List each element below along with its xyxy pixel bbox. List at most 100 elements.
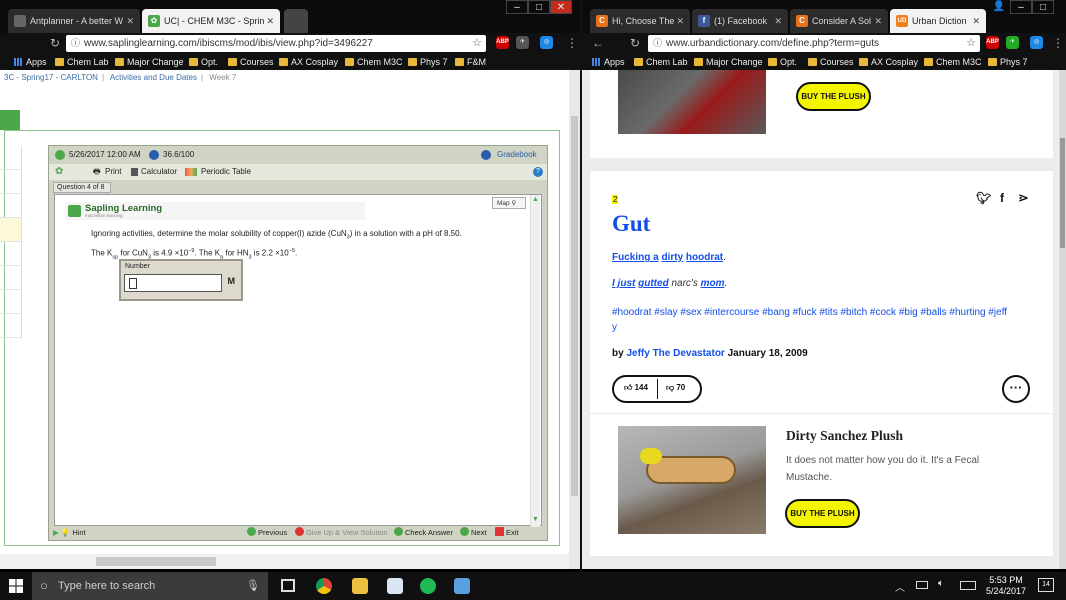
example-link[interactable]: I just [612, 278, 635, 289]
previous-button[interactable]: Previous [247, 526, 287, 540]
list-item[interactable] [0, 242, 22, 266]
scroll-thumb[interactable] [1060, 138, 1065, 248]
close-tab-icon[interactable]: ✕ [774, 9, 782, 33]
app-icon[interactable] [454, 578, 470, 594]
minimize-icon[interactable]: – [1010, 0, 1032, 14]
list-item[interactable] [0, 218, 22, 242]
tab-consider-a-sol[interactable]: C Consider A Sol ✕ [790, 9, 888, 33]
bookmark-opt[interactable]: Opt. [189, 54, 218, 70]
share-icon[interactable]: ⋗ [1018, 190, 1029, 206]
tray-chevron-icon[interactable]: ︿ [895, 579, 905, 594]
upvote-button[interactable]: 👍︎ 144 [624, 383, 648, 393]
bookmark-fm[interactable]: F&M [455, 54, 486, 70]
system-clock[interactable]: 5:53 PM 5/24/2017 [986, 575, 1026, 597]
breadcrumb-activities[interactable]: Activities and Due Dates [110, 73, 197, 82]
adblock-icon[interactable]: ABP [496, 36, 509, 49]
close-tab-icon[interactable]: ✕ [266, 9, 274, 33]
more-options-button[interactable]: ··· [1002, 375, 1030, 403]
calculator-icon[interactable] [131, 168, 138, 176]
downvote-button[interactable]: 👎︎ 70 [666, 383, 685, 393]
hint-toggle[interactable]: ▶ 💡 Hint [53, 526, 86, 540]
keyboard-icon[interactable] [960, 581, 976, 590]
question-scrollbar[interactable]: ▲ ▼ [530, 195, 540, 527]
bookmark-phys-7[interactable]: Phys 7 [408, 54, 448, 70]
bookmark-courses[interactable]: Courses [228, 54, 274, 70]
check-answer-button[interactable]: Check Answer [394, 526, 453, 540]
close-tab-icon[interactable]: ✕ [972, 9, 980, 33]
maximize-icon[interactable]: □ [528, 0, 550, 14]
left-page-scrollbar[interactable] [569, 70, 580, 569]
back-icon[interactable]: ← [592, 36, 604, 50]
file-explorer-icon[interactable] [352, 578, 368, 594]
list-item[interactable] [0, 170, 22, 194]
bookmark-chem-lab[interactable]: Chem Lab [634, 54, 688, 70]
facebook-share-icon[interactable]: f [1000, 191, 1004, 205]
close-tab-icon[interactable]: ✕ [126, 9, 134, 33]
microphone-icon[interactable]: 🎙︎ [246, 572, 260, 600]
list-item[interactable] [0, 314, 22, 338]
extension-icon[interactable]: ◎ [1030, 36, 1043, 49]
chrome-icon[interactable] [316, 578, 332, 594]
plush-image[interactable] [618, 70, 766, 134]
question-tab[interactable]: Question 4 of 8 [53, 182, 111, 193]
maximize-icon[interactable]: □ [1032, 0, 1054, 14]
calculator-button[interactable]: Calculator [141, 164, 177, 180]
twitter-icon[interactable]: 🐦︎ [976, 191, 991, 205]
bookmark-opt[interactable]: Opt. [768, 54, 797, 70]
new-tab-button[interactable] [284, 9, 308, 33]
tag-list[interactable]: #hoodrat #slay #sex #intercourse #bang #… [612, 305, 1040, 335]
right-page-scrollbar[interactable] [1059, 70, 1066, 569]
list-item[interactable] [0, 290, 22, 314]
tab-hi-choose[interactable]: C Hi, Choose The ✕ [590, 9, 690, 33]
close-tab-icon[interactable]: ✕ [874, 9, 882, 33]
menu-icon[interactable]: ⋮ [566, 36, 578, 50]
meaning-link[interactable]: hoodrat [686, 252, 723, 263]
buy-plush-button[interactable]: BUY THE PLUSH [785, 499, 860, 528]
scroll-thumb[interactable] [571, 116, 578, 496]
plush-image[interactable] [618, 426, 766, 534]
notification-icon[interactable]: 14 [1038, 578, 1054, 592]
meaning-link[interactable]: dirty [661, 252, 683, 263]
periodic-table-button[interactable]: Periodic Table [201, 164, 251, 180]
extension-icon[interactable]: ✈ [1006, 36, 1019, 49]
bookmark-major-change[interactable]: Major Change [115, 54, 184, 70]
bookmark-chem-m3c[interactable]: Chem M3C [924, 54, 982, 70]
horizontal-scrollbar[interactable] [0, 554, 569, 569]
list-item[interactable] [0, 194, 22, 218]
windows-start-icon[interactable] [9, 579, 23, 593]
example-link[interactable]: gutted [638, 278, 669, 289]
extension-icon[interactable]: ✈ [516, 36, 529, 49]
right-address-bar[interactable]: ⓘ www.urbandictionary.com/define.php?ter… [648, 35, 980, 52]
reload-icon[interactable]: ↻ [630, 36, 640, 50]
bookmark-phys-7[interactable]: Phys 7 [988, 54, 1028, 70]
ad-title[interactable]: Dirty Sanchez Plush [786, 428, 903, 444]
exit-button[interactable]: Exit [495, 526, 519, 540]
bookmark-apps[interactable]: Apps [592, 54, 625, 70]
spotify-icon[interactable] [420, 578, 436, 594]
scroll-thumb[interactable] [96, 557, 216, 566]
paint-icon[interactable] [387, 578, 403, 594]
author-link[interactable]: Jeffy The Devastator [626, 348, 724, 359]
menu-icon[interactable]: ⋮ [1052, 36, 1064, 50]
word-title[interactable]: Gut [612, 211, 650, 237]
bookmark-major-change[interactable]: Major Change [694, 54, 763, 70]
bookmark-courses[interactable]: Courses [808, 54, 854, 70]
buy-plush-button[interactable]: BUY THE PLUSH [796, 82, 871, 111]
task-view-icon[interactable] [281, 579, 295, 592]
reload-icon[interactable]: ↻ [50, 36, 60, 50]
info-icon[interactable]: ⓘ [71, 35, 80, 52]
battery-icon[interactable] [916, 581, 928, 589]
tab-sapling[interactable]: ✿ UC| - CHEM M3C - Sprin ✕ [142, 9, 280, 33]
give-up-button[interactable]: Give Up & View Solution [295, 526, 388, 540]
scroll-up-icon[interactable]: ▲ [532, 196, 539, 203]
bookmark-apps[interactable]: Apps [14, 54, 47, 70]
tab-antplanner[interactable]: Antplanner - A better W ✕ [8, 9, 140, 33]
close-tab-icon[interactable]: ✕ [676, 9, 684, 33]
bookmark-chem-lab[interactable]: Chem Lab [55, 54, 109, 70]
info-icon[interactable]: ⓘ [653, 35, 662, 52]
next-button[interactable]: Next [460, 526, 486, 540]
adblock-icon[interactable]: ABP [986, 36, 999, 49]
print-button[interactable]: Print [105, 164, 121, 180]
print-icon[interactable]: 🖶 [93, 164, 101, 180]
tab-facebook[interactable]: f (1) Facebook ✕ [692, 9, 788, 33]
